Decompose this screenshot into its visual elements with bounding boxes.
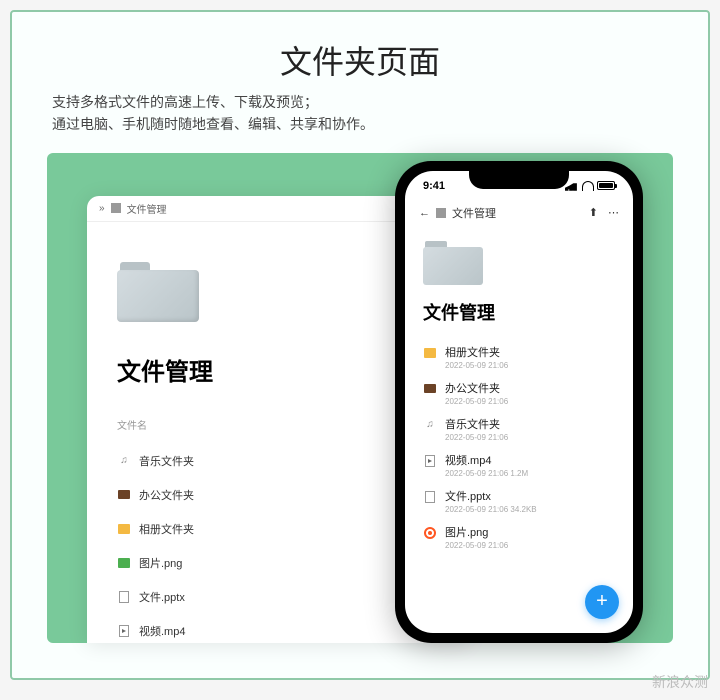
file-name: 相册文件夹 <box>139 521 194 537</box>
folder-icon <box>111 203 121 213</box>
list-item[interactable]: 图片.png2022-05-09 21:06 <box>423 519 615 555</box>
music-icon: ♫ <box>117 454 131 468</box>
list-item[interactable]: 办公文件夹2022-05-09 21:06 <box>423 375 615 411</box>
add-button[interactable]: + <box>585 585 619 619</box>
chevron-icon[interactable]: » <box>99 203 105 214</box>
file-meta: 2022-05-09 21:06 <box>445 541 508 550</box>
phone-notch <box>469 171 569 189</box>
video-icon <box>117 624 131 638</box>
status-time: 9:41 <box>423 180 445 192</box>
list-item[interactable]: ♫ 音乐文件夹2022-05-09 21:06 <box>423 411 615 447</box>
share-button[interactable]: ⬆ <box>589 206 598 219</box>
phone-screen: 9:41 ← 文件管理 ⬆ ⋯ <box>405 171 633 633</box>
file-name: 音乐文件夹 <box>139 453 194 469</box>
desc-line-1: 支持多格式文件的高速上传、下载及预览； <box>52 96 318 111</box>
file-name: 图片.png <box>445 524 508 540</box>
list-item[interactable]: 图片.png <box>117 546 437 580</box>
folder-hero-icon <box>423 241 483 285</box>
list-item[interactable]: ♫ 音乐文件夹 <box>117 444 437 478</box>
file-name: 图片.png <box>139 555 182 571</box>
file-name: 办公文件夹 <box>445 380 508 396</box>
file-meta: 2022-05-09 21:06 1.2M <box>445 469 528 478</box>
phone-frame: 9:41 ← 文件管理 ⬆ ⋯ <box>395 161 643 643</box>
file-meta: 2022-05-09 21:06 34.2KB <box>445 505 537 514</box>
battery-icon <box>597 181 615 190</box>
folder-icon <box>436 208 446 218</box>
description: 支持多格式文件的高速上传、下载及预览； 通过电脑、手机随时随地查看、编辑、共享和… <box>12 93 708 153</box>
list-item[interactable]: 视频.mp42022-05-09 21:06 1.2M <box>423 447 615 483</box>
video-icon <box>423 454 437 468</box>
file-name: 视频.mp4 <box>445 452 528 468</box>
list-item[interactable]: 相册文件夹 <box>117 512 437 546</box>
desktop-heading: 文件管理 <box>117 352 437 387</box>
wifi-icon <box>582 181 594 191</box>
list-item[interactable]: 相册文件夹2022-05-09 21:06 <box>423 339 615 375</box>
file-meta: 2022-05-09 21:06 <box>445 433 508 442</box>
briefcase-icon <box>117 488 131 502</box>
device-stage: » 文件管理 文件管理 文件名 ♫音乐文件夹办公文件夹相册文件夹图片.png文件… <box>47 153 673 643</box>
photo-icon <box>117 522 131 536</box>
back-button[interactable]: ← <box>419 207 430 219</box>
list-item[interactable]: 办公文件夹 <box>117 478 437 512</box>
file-name: 音乐文件夹 <box>445 416 508 432</box>
file-name: 办公文件夹 <box>139 487 194 503</box>
list-item[interactable]: 文件.pptx2022-05-09 21:06 34.2KB <box>423 483 615 519</box>
document-icon <box>117 590 131 604</box>
phone-body: 文件管理 相册文件夹2022-05-09 21:06办公文件夹2022-05-0… <box>405 225 633 563</box>
phone-nav: ← 文件管理 ⬆ ⋯ <box>405 201 633 225</box>
target-icon <box>423 526 437 540</box>
file-name: 相册文件夹 <box>445 344 508 360</box>
watermark: 新浪众测 <box>652 672 708 692</box>
file-name: 文件.pptx <box>445 488 537 504</box>
more-button[interactable]: ⋯ <box>608 206 619 219</box>
image-icon <box>117 556 131 570</box>
folder-hero-icon <box>117 262 199 322</box>
breadcrumb[interactable]: 文件管理 <box>452 205 496 221</box>
music-icon: ♫ <box>423 418 437 432</box>
column-label: 文件名 <box>117 417 437 432</box>
promo-frame: 文件夹页面 支持多格式文件的高速上传、下载及预览； 通过电脑、手机随时随地查看、… <box>10 10 710 680</box>
file-name: 文件.pptx <box>139 589 185 605</box>
header: 文件夹页面 <box>12 12 708 93</box>
breadcrumb[interactable]: 文件管理 <box>127 201 167 216</box>
briefcase-icon <box>423 382 437 396</box>
desc-line-2: 通过电脑、手机随时随地查看、编辑、共享和协作。 <box>52 118 374 133</box>
file-name: 视频.mp4 <box>139 623 185 639</box>
list-item[interactable]: 文件.pptx <box>117 580 437 614</box>
page-title: 文件夹页面 <box>12 37 708 83</box>
signal-icon <box>565 181 579 191</box>
file-meta: 2022-05-09 21:06 <box>445 397 508 406</box>
phone-heading: 文件管理 <box>423 299 615 325</box>
document-icon <box>423 490 437 504</box>
file-meta: 2022-05-09 21:06 <box>445 361 508 370</box>
photo-icon <box>423 346 437 360</box>
list-item[interactable]: 视频.mp4 <box>117 614 437 643</box>
